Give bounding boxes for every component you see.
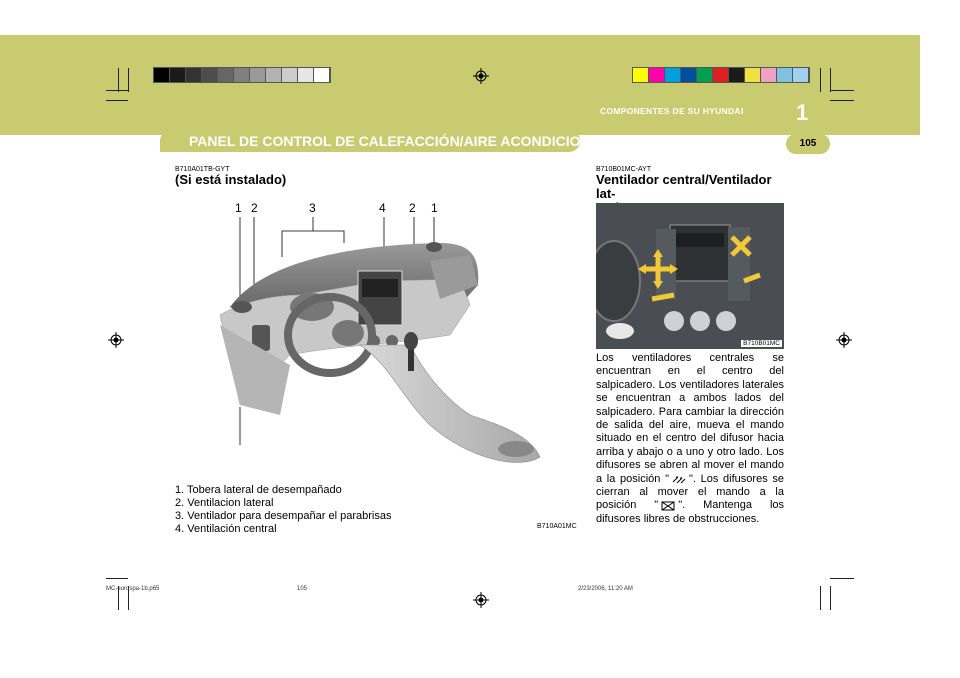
crop-mark [106,100,128,101]
color-swatch [777,68,793,82]
vent-open-icon [672,476,686,484]
vent-closed-icon [661,501,675,511]
dashboard-illustration [219,217,541,463]
page-number-badge: 105 [786,134,830,154]
color-swatch [729,68,745,82]
vent-photo-illustration [596,203,784,349]
vent-photo: B710B01MC [596,203,784,349]
section-name: COMPONENTES DE SU HYUNDAI [600,106,744,116]
list-item: 1. Tobera lateral de desempañado [175,484,342,496]
chapter-number: 1 [796,100,809,125]
left-image-code: B710A01MC [537,523,577,530]
color-swatch [154,68,170,82]
list-item: 3. Ventilador para desempañar el parabri… [175,510,392,522]
color-swatch [649,68,665,82]
color-swatch [681,68,697,82]
color-swatch [202,68,218,82]
registration-mark-icon [836,332,852,348]
color-swatch [282,68,298,82]
crop-mark [106,90,128,91]
color-calibration-bar [632,67,810,83]
page-title: PANEL DE CONTROL DE CALEFACCIÓN/AIRE ACO… [189,133,622,149]
crop-mark [820,68,821,92]
legend-list: 1. Tobera lateral de desempañado 2. Vent… [175,484,391,536]
registration-mark-icon [108,332,124,348]
page-bottom-margin [0,560,920,655]
list-item: 4. Ventilación central [175,523,277,535]
right-image-code: B710B01MC [741,340,782,347]
list-item: 2. Ventilacion lateral [175,497,274,509]
color-swatch [170,68,186,82]
crop-mark [106,578,128,579]
color-swatch [633,68,649,82]
footer-page: 105 [297,586,308,592]
color-swatch [793,68,809,82]
crop-mark [128,68,129,92]
color-swatch [697,68,713,82]
color-swatch [234,68,250,82]
crop-mark [830,578,854,579]
crop-mark [830,90,854,91]
color-swatch [745,68,761,82]
footer-date: 2/23/2006, 11:20 AM [578,586,633,592]
left-heading: (Si está instalado) [175,172,287,187]
color-swatch [665,68,681,82]
right-heading-line: Ventilador central/Ventilador lat- [596,172,772,201]
manual-page: PANEL DE CONTROL DE CALEFACCIÓN/AIRE ACO… [0,0,960,678]
color-swatch [298,68,314,82]
crop-mark [820,586,821,610]
footer-filename: MC-eurospa-1b.p65 [106,586,160,592]
color-swatch [266,68,282,82]
crop-mark [118,68,119,92]
color-swatch [250,68,266,82]
crop-mark [830,586,831,610]
crop-mark [830,100,854,101]
paragraph-text: Los ventiladores centrales se encuentran… [596,352,784,485]
crop-mark [830,68,831,92]
color-swatch [218,68,234,82]
color-swatch [761,68,777,82]
color-swatch [186,68,202,82]
color-swatch [314,68,330,82]
vent-description: Los ventiladores centrales se encuentran… [596,352,784,526]
gray-calibration-bar [153,67,331,83]
registration-mark-icon [473,592,489,608]
color-swatch [713,68,729,82]
registration-mark-icon [473,68,489,84]
